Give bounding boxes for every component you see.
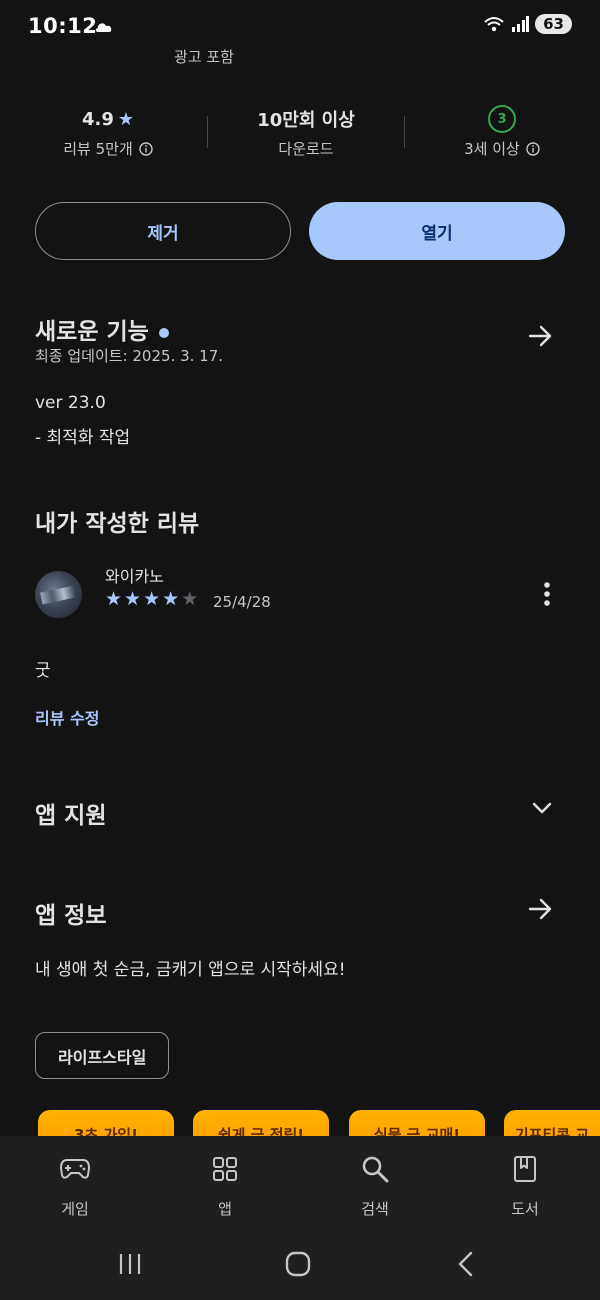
nav-books[interactable]: 도서 bbox=[465, 1152, 585, 1219]
app-info-title[interactable]: 앱 정보 bbox=[35, 896, 107, 930]
nav-label: 도서 bbox=[511, 1200, 539, 1218]
back-icon bbox=[458, 1251, 473, 1277]
stat-divider bbox=[404, 116, 405, 148]
avatar bbox=[35, 571, 82, 618]
back-button[interactable] bbox=[436, 1244, 496, 1284]
age-rating-badge: 3 bbox=[488, 105, 516, 133]
downloads-value: 10만회 이상 bbox=[257, 110, 355, 131]
update-note: - 최적화 작업 bbox=[35, 428, 131, 448]
rating-value: 4.9 bbox=[81, 108, 114, 130]
nav-search[interactable]: 검색 bbox=[315, 1152, 435, 1219]
downloads-label: 다운로드 bbox=[278, 140, 334, 158]
last-updated: 최종 업데이트: 2025. 3. 17. bbox=[35, 347, 224, 365]
stat-divider bbox=[207, 116, 208, 148]
info-icon bbox=[526, 141, 540, 156]
open-button[interactable]: 열기 bbox=[309, 202, 565, 260]
star-icon: ★ bbox=[117, 108, 135, 130]
review-author: 와이카노 bbox=[105, 567, 164, 586]
recent-apps-button[interactable] bbox=[100, 1244, 160, 1284]
signal-icon bbox=[512, 16, 530, 32]
battery-level: 63 bbox=[535, 14, 572, 34]
gamepad-icon bbox=[60, 1159, 90, 1179]
status-icons: 63 bbox=[483, 14, 572, 34]
age-rating-stat[interactable]: 3 3세 이상 bbox=[412, 105, 592, 159]
wifi-icon bbox=[484, 17, 504, 32]
reviews-count: 리뷰 5만개 bbox=[63, 140, 133, 158]
whats-new-title-text: 새로운 기능 bbox=[35, 319, 149, 345]
home-button[interactable] bbox=[268, 1244, 328, 1284]
review-text: 굿 bbox=[35, 661, 51, 681]
category-chip[interactable]: 라이프스타일 bbox=[35, 1032, 170, 1079]
review-stars: ★ ★ ★ ★ ★ bbox=[105, 590, 198, 609]
status-time: 10:12 bbox=[28, 14, 98, 38]
star-filled-icon: ★ bbox=[143, 588, 161, 610]
star-empty-icon: ★ bbox=[181, 588, 199, 610]
star-filled-icon: ★ bbox=[124, 588, 142, 610]
nav-label: 게임 bbox=[61, 1200, 89, 1218]
nav-apps[interactable]: 앱 bbox=[165, 1152, 285, 1219]
arrow-right-icon[interactable] bbox=[528, 897, 554, 921]
chevron-down-icon[interactable] bbox=[531, 800, 553, 816]
nav-label: 검색 bbox=[361, 1200, 389, 1218]
star-filled-icon: ★ bbox=[105, 588, 123, 610]
home-icon bbox=[285, 1251, 311, 1277]
rating-stat[interactable]: 4.9 ★ 리뷰 5만개 bbox=[18, 106, 198, 159]
review-date: 25/4/28 bbox=[213, 593, 271, 611]
age-rating-label: 3세 이상 bbox=[464, 140, 520, 158]
edit-review-link[interactable]: 리뷰 수정 bbox=[35, 705, 99, 729]
app-support-title[interactable]: 앱 지원 bbox=[35, 796, 107, 830]
cloud-icon bbox=[95, 23, 112, 32]
app-description: 내 생애 첫 순금, 금캐기 앱으로 시작하세요! bbox=[35, 960, 346, 980]
nav-label: 앱 bbox=[218, 1200, 232, 1218]
arrow-right-icon[interactable] bbox=[528, 324, 554, 348]
book-icon bbox=[514, 1156, 536, 1182]
whats-new-title[interactable]: 새로운 기능 bbox=[35, 312, 169, 346]
ad-notice: 광고 포함 bbox=[174, 48, 234, 66]
star-filled-icon: ★ bbox=[162, 588, 180, 610]
apps-grid-icon bbox=[213, 1157, 237, 1181]
more-options-icon[interactable] bbox=[538, 580, 556, 608]
version-text: ver 23.0 bbox=[35, 393, 106, 413]
info-icon bbox=[139, 141, 153, 156]
downloads-stat: 10만회 이상 다운로드 bbox=[216, 106, 396, 159]
nav-games[interactable]: 게임 bbox=[15, 1152, 135, 1219]
recent-apps-icon bbox=[119, 1254, 141, 1274]
search-icon bbox=[362, 1156, 389, 1183]
new-indicator-dot bbox=[158, 327, 169, 338]
my-review-title: 내가 작성한 리뷰 bbox=[35, 511, 200, 537]
remove-button[interactable]: 제거 bbox=[35, 202, 291, 260]
